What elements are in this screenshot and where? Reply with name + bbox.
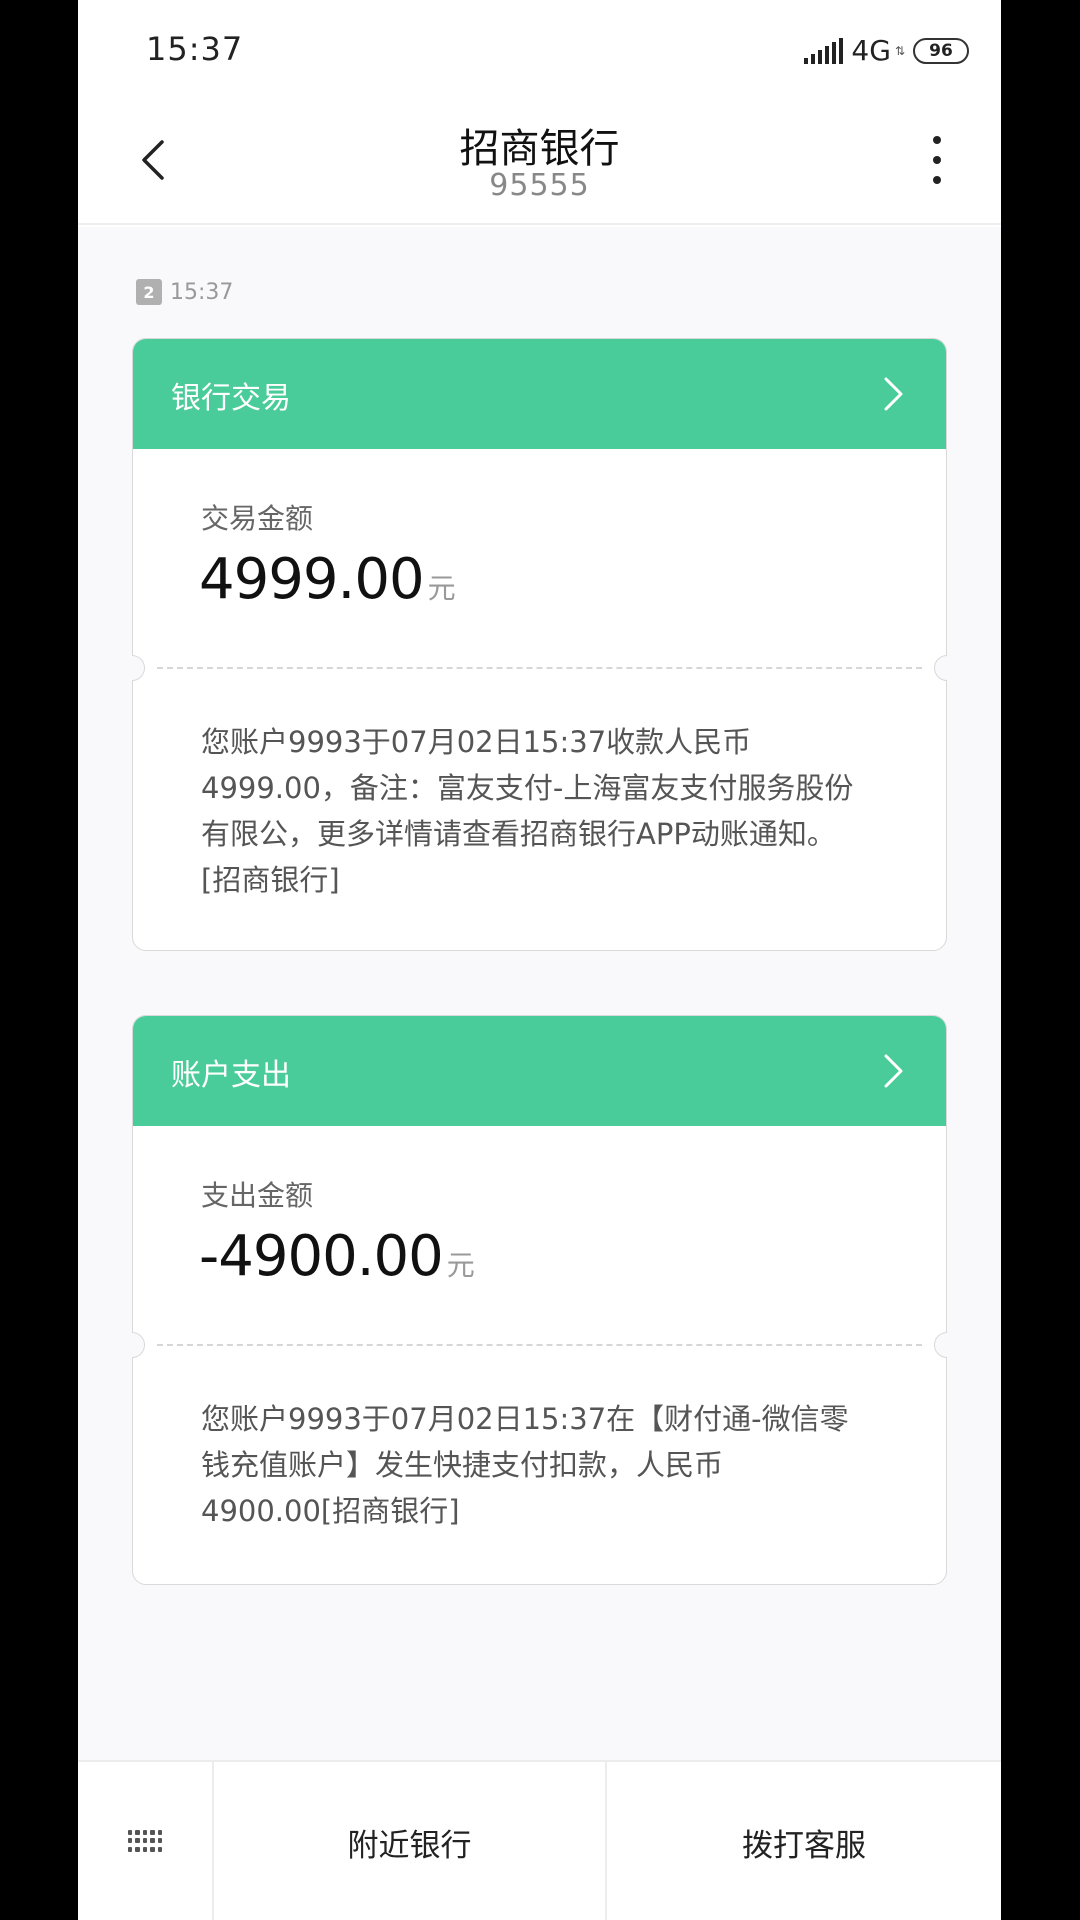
chevron-right-icon	[884, 377, 903, 411]
status-indicators: 4G ⇅ 96	[804, 34, 969, 67]
nearby-bank-button[interactable]: 附近银行	[214, 1762, 607, 1920]
more-options-icon[interactable]	[929, 136, 945, 184]
amount-unit: 元	[427, 572, 456, 605]
call-service-button[interactable]: 拨打客服	[607, 1762, 1001, 1920]
message-time: 15:37	[170, 279, 234, 305]
dashed-divider	[157, 667, 922, 669]
amount-label: 支出金额	[201, 1179, 314, 1212]
status-time: 15:37	[146, 30, 244, 68]
amount-value: 4999.00 元	[199, 547, 456, 612]
card-header[interactable]: 账户支出	[133, 1016, 946, 1126]
transaction-card[interactable]: 银行交易 交易金额 4999.00 元 您账户9993于07月02日15:37收款…	[132, 338, 947, 951]
network-type: 4G	[851, 34, 891, 67]
card-header-label: 银行交易	[171, 381, 291, 416]
ticket-notch	[934, 1332, 947, 1358]
ticket-notch	[132, 655, 145, 681]
amount-number: -4900.00	[199, 1224, 444, 1289]
message-thread[interactable]: 2 15:37 银行交易 交易金额 4999.00 元 您账户9993于07月02…	[78, 227, 1001, 1760]
battery-icon: 96	[913, 37, 969, 64]
amount-unit: 元	[446, 1249, 475, 1282]
keyboard-icon	[128, 1830, 162, 1852]
conversation-header: 招商银行 95555	[78, 100, 1001, 225]
data-arrows-icon: ⇅	[894, 43, 905, 58]
card-header-label: 账户支出	[171, 1058, 291, 1093]
expense-card[interactable]: 账户支出 支出金额 -4900.00 元 您账户9993于07月02日15:37在…	[132, 1015, 947, 1585]
amount-number: 4999.00	[199, 547, 425, 612]
bottom-menu-bar: 附近银行 拨打客服	[78, 1760, 1001, 1920]
sender-number: 95555	[489, 168, 590, 203]
card-header[interactable]: 银行交易	[133, 339, 946, 449]
amount-label: 交易金额	[201, 502, 314, 535]
ticket-notch	[934, 655, 947, 681]
message-text: 您账户9993于07月02日15:37收款人民币4999.00，备注：富友支付-…	[201, 725, 854, 897]
dashed-divider	[157, 1344, 922, 1346]
chevron-right-icon	[884, 1054, 903, 1088]
status-bar: 15:37 4G ⇅ 96	[78, 0, 1001, 100]
sim-card-icon: 2	[136, 279, 162, 305]
amount-value: -4900.00 元	[199, 1224, 475, 1289]
message-meta: 2 15:37	[136, 279, 233, 305]
ticket-notch	[132, 1332, 145, 1358]
message-text: 您账户9993于07月02日15:37在【财付通-微信零钱充值账户】发生快捷支付…	[201, 1402, 849, 1528]
sender-name: 招商银行	[459, 126, 620, 172]
phone-screen: 15:37 4G ⇅ 96 招商银行 95555 2 15:37 银行交易 交易…	[78, 0, 1001, 1920]
signal-icon	[804, 37, 844, 64]
keyboard-toggle-button[interactable]	[78, 1762, 214, 1920]
battery-level: 96	[929, 40, 953, 61]
